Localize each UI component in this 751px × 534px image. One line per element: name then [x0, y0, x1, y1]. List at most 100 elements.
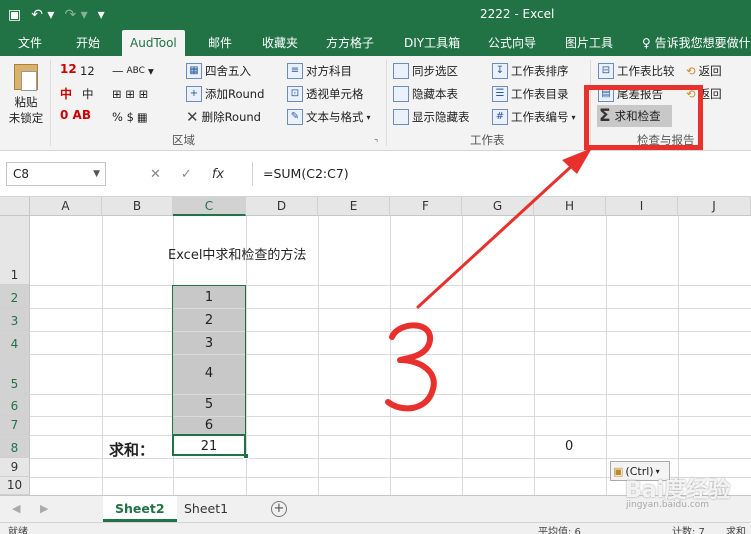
row-header-9[interactable]: 9	[0, 458, 30, 477]
pivot-cell-button[interactable]: ⊡ 透视单元格	[287, 84, 364, 104]
chevron-down-icon: ▾	[571, 112, 576, 122]
column-header-i[interactable]: I	[606, 197, 678, 216]
sync-selection-button[interactable]: 同步选区	[393, 61, 458, 81]
sheet-sort-button[interactable]: ↧ 工作表排序	[492, 61, 569, 81]
tell-me-label: 告诉我您想要做什	[654, 36, 751, 50]
strike-zero-icon[interactable]: 0 AB	[60, 108, 91, 122]
index-icon: ☰	[492, 86, 508, 102]
pivot-label: 透视单元格	[306, 87, 364, 101]
separator	[50, 60, 51, 146]
cell-b8[interactable]: 求和：	[109, 439, 154, 460]
row-header-1[interactable]: 1	[0, 216, 30, 285]
border-icon[interactable]: ⊞ ⊞ ⊞	[112, 84, 148, 104]
status-sum: 求和	[726, 527, 746, 534]
row-header-5[interactable]: 5	[0, 354, 30, 394]
highlight-box	[584, 85, 703, 150]
clipboard-icon	[14, 64, 38, 91]
tab-fangfang[interactable]: 方方格子	[326, 30, 374, 56]
row-header-10[interactable]: 10	[0, 477, 30, 495]
show-hidden-icon	[393, 109, 409, 125]
row-header-8[interactable]: 8	[0, 435, 30, 458]
column-header-f[interactable]: F	[390, 197, 462, 216]
compare-icon: ⊟	[598, 63, 614, 79]
tab-diy-toolbox[interactable]: DIY工具箱	[404, 30, 460, 56]
redo-icon[interactable]: ↷ ▾	[64, 4, 87, 26]
tab-favorites[interactable]: 收藏夹	[262, 30, 298, 56]
delete-round-button[interactable]: ✕ 删除Round	[186, 107, 261, 127]
sheet-tab-sheet2[interactable]: Sheet2	[103, 496, 177, 522]
sync-label: 同步选区	[412, 64, 458, 78]
column-header-h[interactable]: H	[534, 197, 606, 216]
add-sheet-icon[interactable]: +	[271, 501, 287, 517]
tab-formula-wizard[interactable]: 公式向导	[488, 30, 536, 56]
strike-mid-icon[interactable]: 中	[60, 85, 72, 102]
hide-sheet-button[interactable]: 隐藏本表	[393, 84, 458, 104]
row-header-3[interactable]: 3	[0, 308, 30, 331]
row-header-7[interactable]: 7	[0, 416, 30, 435]
column-header-a[interactable]: A	[30, 197, 102, 216]
column-header-d[interactable]: D	[246, 197, 318, 216]
cell-h8[interactable]: 0	[565, 439, 573, 454]
formula-input[interactable]: =SUM(C2:C7)	[252, 162, 751, 186]
cancel-icon[interactable]: ✕	[150, 167, 161, 182]
column-header-g[interactable]: G	[462, 197, 534, 216]
delete-round-label: 删除Round	[201, 110, 261, 124]
column-header-b[interactable]: B	[102, 197, 173, 216]
column-header-j[interactable]: J	[678, 197, 751, 216]
sheet-index-button[interactable]: ☰ 工作表目录	[492, 84, 569, 104]
hide-sheet-icon	[393, 86, 409, 102]
row-header-6[interactable]: 6	[0, 394, 30, 416]
text-format-button[interactable]: ✎ 文本与格式 ▾	[287, 107, 371, 127]
excel-window: ▣ ↶ ▾ ↷ ▾ ▾ 2222 - Excel 文件 开始 AudTool 邮…	[0, 0, 751, 534]
paste-label: 粘贴	[14, 95, 38, 109]
hide-sheet-label: 隐藏本表	[412, 87, 458, 101]
round-button[interactable]: ▦ 四舍五入	[186, 61, 251, 81]
chevron-down-icon[interactable]: ▼	[93, 163, 100, 185]
tab-home[interactable]: 开始	[76, 30, 100, 56]
select-all-corner[interactable]	[0, 197, 30, 216]
enter-icon[interactable]: ✓	[181, 167, 192, 182]
subject-label: 对方科目	[306, 64, 352, 78]
worksheet-group-label: 工作表	[470, 133, 505, 147]
mid-button[interactable]: 中	[82, 84, 94, 104]
show-hidden-button[interactable]: 显示隐藏表	[393, 107, 470, 127]
strike-number-icon[interactable]: 12	[60, 62, 77, 76]
undo-icon[interactable]: ↶ ▾	[31, 4, 54, 26]
fx-icon[interactable]: fx	[212, 167, 224, 182]
back-button-1[interactable]: ⟲ 返回	[686, 61, 722, 81]
scroll-left-icon[interactable]: ◀	[12, 502, 20, 515]
percent-dollar-button[interactable]: % $ ▦	[112, 107, 148, 127]
title-cell[interactable]: Excel中求和检查的方法	[168, 244, 306, 263]
ribbon-tabs: 文件 开始 AudTool 邮件 收藏夹 方方格子 DIY工具箱 公式向导 图片…	[0, 30, 751, 56]
name-box[interactable]: C8 ▼	[6, 162, 106, 186]
pivot-icon: ⊡	[287, 86, 303, 102]
chevron-down-icon: ▾	[366, 112, 371, 122]
sheet-tab-sheet1[interactable]: Sheet1	[172, 496, 240, 522]
lightbulb-icon: ♀	[642, 36, 655, 50]
customize-icon[interactable]: ▾	[98, 4, 105, 26]
subject-button[interactable]: ≡ 对方科目	[287, 61, 352, 81]
tell-me-search[interactable]: ♀ 告诉我您想要做什	[642, 30, 751, 56]
row-header-2[interactable]: 2	[0, 285, 30, 308]
sheet-compare-button[interactable]: ⊟ 工作表比较	[598, 61, 675, 81]
add-icon: +	[186, 86, 202, 102]
add-round-button[interactable]: + 添加Round	[186, 84, 264, 104]
tab-file[interactable]: 文件	[18, 30, 42, 56]
number-button[interactable]: 12	[80, 61, 95, 81]
dash-icon[interactable]: — ABC ▾	[112, 61, 154, 81]
scroll-right-icon[interactable]: ▶	[40, 502, 48, 515]
tab-mail[interactable]: 邮件	[208, 30, 232, 56]
selection-range-frame	[172, 285, 249, 459]
worksheet-grid[interactable]: A B C D E F G H I J 1 2 3 4 5 6 7 8 9 10	[0, 197, 751, 495]
save-icon[interactable]: ▣	[8, 4, 21, 26]
tab-audtool[interactable]: AudTool	[122, 30, 185, 56]
column-header-c[interactable]: C	[173, 197, 246, 216]
column-header-e[interactable]: E	[318, 197, 390, 216]
name-box-value: C8	[13, 167, 30, 181]
tab-picture-tools[interactable]: 图片工具	[565, 30, 613, 56]
number-icon: #	[492, 109, 508, 125]
paste-button[interactable]: 粘贴 未锁定	[6, 64, 46, 126]
sheet-number-button[interactable]: # 工作表编号 ▾	[492, 107, 576, 127]
row-header-4[interactable]: 4	[0, 331, 30, 354]
active-cell-outline	[172, 434, 246, 456]
